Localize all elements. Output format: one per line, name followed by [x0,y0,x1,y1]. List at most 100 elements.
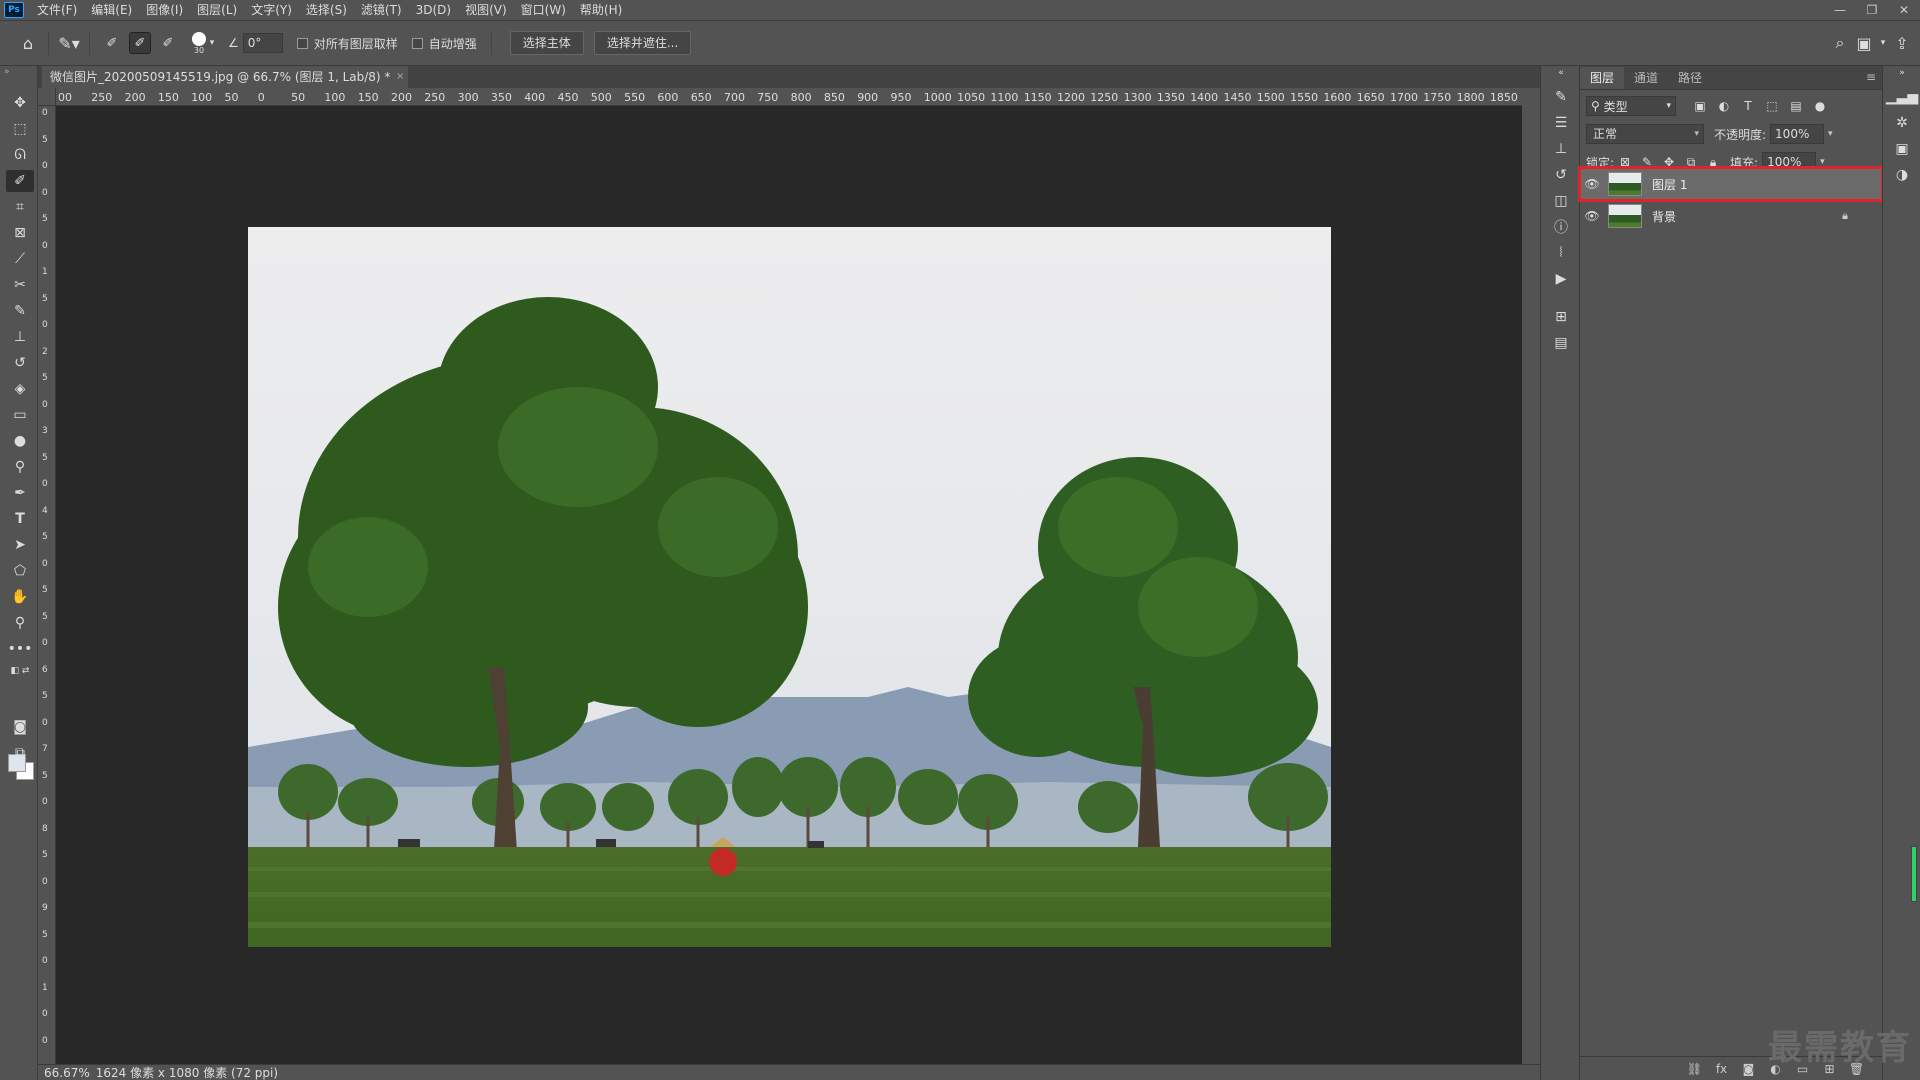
frame-tool-icon[interactable]: ⊠ [6,222,34,244]
layer-style-icon[interactable]: fx [1708,1062,1735,1076]
menu-filter[interactable]: 滤镜(T) [354,0,409,20]
new-selection-brush-icon[interactable]: ✐ [101,32,123,54]
layer-thumbnail[interactable] [1608,172,1642,196]
menu-help[interactable]: 帮助(H) [573,0,629,20]
blend-mode-select[interactable]: 正常 ▾ [1586,124,1704,144]
visibility-eye-icon[interactable]: 👁︎ [1580,177,1604,191]
visibility-eye-icon[interactable]: 👁︎ [1580,209,1604,223]
navigator-icon[interactable]: ✲ [1890,112,1914,134]
menu-3d[interactable]: 3D(D) [409,0,458,20]
color-icon[interactable]: ◑ [1890,164,1914,186]
search-icon[interactable]: ⌕ [1828,31,1852,55]
type-tool-icon[interactable]: T [6,508,34,530]
move-tool-icon[interactable]: ✥ [6,92,34,114]
pen-tool-icon[interactable]: ✒ [6,482,34,504]
angle-input[interactable]: 0° [242,33,283,53]
marquee-tool-icon[interactable]: ⬚ [6,118,34,140]
chevron-down-icon[interactable]: ▾ [1820,157,1825,167]
zoom-level[interactable]: 66.67% [38,1066,94,1080]
subtract-from-selection-brush-icon[interactable]: ✐ [157,32,179,54]
share-icon[interactable]: ⇪ [1890,31,1914,55]
menu-file[interactable]: 文件(F) [30,0,84,20]
actions-play-icon[interactable]: ▶ [1549,268,1573,290]
document-photo[interactable] [248,227,1331,947]
workspace-icon[interactable]: ▣ [1852,31,1876,55]
canvas-area[interactable] [56,106,1522,1064]
gradient-tool-icon[interactable]: ▭ [6,404,34,426]
healing-brush-tool-icon[interactable]: ✂ [6,274,34,296]
zoom-tool-icon[interactable]: ⚲ [6,612,34,634]
filter-toggle-icon[interactable]: ● [1808,99,1832,113]
chevron-down-icon[interactable]: ▾ [206,31,218,55]
menu-view[interactable]: 视图(V) [458,0,514,20]
quick-mask-icon[interactable]: ◙ [6,716,34,738]
libraries-icon[interactable]: ⊞ [1549,306,1573,328]
home-icon[interactable]: ⌂ [16,31,40,55]
vertical-ruler[interactable]: 0 5 0 0 5 0 1 5 0 2 5 0 3 5 0 4 5 0 5 5 0 6 5 0 7 5 0 8 5 0 9 5 0 1 0 0 [38,106,56,1064]
adjustment-layer-filter-icon[interactable]: ◐ [1712,99,1736,113]
screen-mode-icon[interactable]: ⧉ [6,742,34,764]
tab-channels[interactable]: 通道 [1624,67,1668,89]
more-tools-icon[interactable]: ••• [6,638,34,660]
path-selection-tool-icon[interactable]: ➤ [6,534,34,556]
history-icon[interactable]: ↺ [1549,164,1573,186]
document-info[interactable]: 1624 像素 x 1080 像素 (72 ppi) [94,1064,278,1080]
chevron-down-icon[interactable]: ▾ [1828,129,1833,139]
menu-layer[interactable]: 图层(L) [190,0,244,20]
collapse-icon[interactable]: » [1890,68,1914,78]
add-mask-icon[interactable]: ◙ [1735,1062,1762,1076]
minimize-button[interactable]: — [1824,0,1856,20]
menu-image[interactable]: 图像(I) [139,0,190,20]
info-icon[interactable]: ⓘ [1549,216,1573,238]
blur-tool-icon[interactable]: ● [6,430,34,452]
collapse-icon[interactable]: « [1549,68,1573,78]
checkbox-box[interactable] [411,37,423,49]
checkbox-box[interactable] [296,37,308,49]
layer-row-background[interactable]: 👁︎ 背景 🔒︎ [1580,200,1882,232]
brush-tool-icon[interactable]: ✎ [6,300,34,322]
chevron-down-icon[interactable]: ▾ [1876,31,1890,55]
link-layers-icon[interactable]: ⛓ [1681,1062,1708,1076]
restore-button[interactable]: ❐ [1856,0,1888,20]
smart-object-filter-icon[interactable]: ▤ [1784,99,1808,113]
horizontal-ruler[interactable]: 00 250 200 150 100 50 0 50 100 150 200 250 300 350 400… [56,88,1522,106]
menu-window[interactable]: 窗口(W) [514,0,573,20]
eraser-tool-icon[interactable]: ◈ [6,378,34,400]
tab-paths[interactable]: 路径 [1668,67,1712,89]
menu-select[interactable]: 选择(S) [299,0,354,20]
pixel-layer-filter-icon[interactable]: ▣ [1688,99,1712,113]
add-to-selection-brush-icon[interactable]: ✐ [129,32,151,54]
lock-pixels-icon[interactable]: ✎ [1636,155,1658,169]
auto-enhance-checkbox[interactable]: 自动增强 [411,35,477,52]
properties-icon[interactable]: ◫ [1549,190,1573,212]
tab-layers[interactable]: 图层 [1580,67,1625,89]
layer-name[interactable]: 背景 [1652,208,1676,225]
lock-icon[interactable]: 🔒︎ [1842,209,1848,223]
menu-edit[interactable]: 编辑(E) [84,0,139,20]
paths-icon[interactable]: ⦚ [1549,242,1573,264]
collapse-icon[interactable]: » [0,66,37,78]
document-tab[interactable]: 微信图片_20200509145519.jpg @ 66.7% (图层 1, L… [42,66,409,88]
properties-panel-icon[interactable]: ▣ [1890,138,1914,160]
ruler-origin[interactable] [38,88,56,106]
histogram-icon[interactable]: ▁▃▅ [1886,86,1918,108]
brush-settings-icon[interactable]: ✎ [1549,86,1573,108]
layer-name[interactable]: 图层 1 [1652,176,1687,193]
history-brush-tool-icon[interactable]: ↺ [6,352,34,374]
swap-colors-icon[interactable]: ◧ ⇄ [6,664,34,678]
hand-tool-icon[interactable]: ✋ [6,586,34,608]
opacity-input[interactable]: 100% [1770,124,1825,144]
layer-row-layer-1[interactable]: 👁︎ 图层 1 [1578,166,1884,202]
scroll-indicator[interactable] [1911,846,1917,902]
dodge-tool-icon[interactable]: ⚲ [6,456,34,478]
lock-transparent-icon[interactable]: ⊠ [1614,155,1636,169]
sample-all-layers-checkbox[interactable]: 对所有图层取样 [296,35,398,52]
clone-source-icon[interactable]: ⊥ [1549,138,1573,160]
lock-position-icon[interactable]: ✥ [1658,155,1680,169]
vertical-scrollbar[interactable] [1522,88,1540,1064]
adjustments-icon[interactable]: ☰ [1549,112,1573,134]
close-window-button[interactable]: ✕ [1888,0,1920,20]
brush-size-picker[interactable]: 30 [192,31,206,55]
notes-icon[interactable]: ▤ [1549,332,1573,354]
panel-menu-icon[interactable]: ≡ [1866,70,1876,84]
